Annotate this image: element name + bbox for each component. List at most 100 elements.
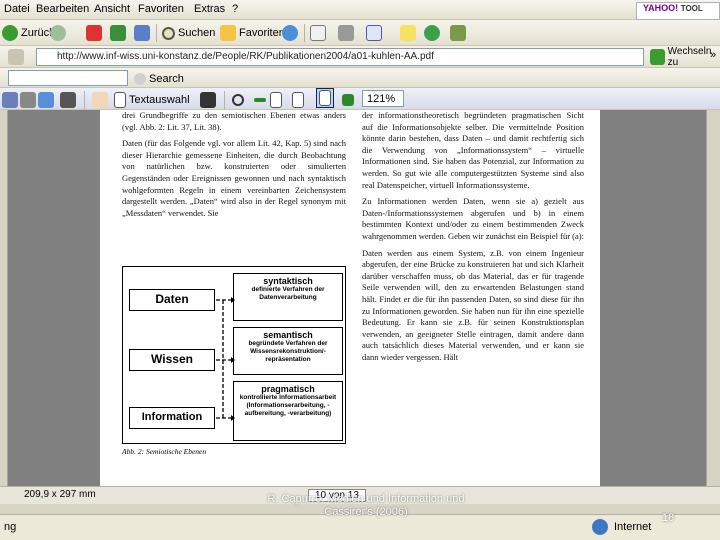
stop-icon xyxy=(86,25,102,41)
vertical-scrollbar[interactable] xyxy=(706,110,720,486)
zoom-icon xyxy=(232,94,244,106)
go-arrow-icon xyxy=(650,49,665,65)
search-button[interactable]: Suchen xyxy=(162,23,215,43)
snapshot-button[interactable] xyxy=(200,90,216,110)
arrowhead xyxy=(231,357,235,363)
slide-footer-line1: R. Capurro: Medien und Information und xyxy=(267,493,465,505)
status-text: ng xyxy=(4,521,17,533)
slide-footer: R. Capurro: Medien und Information und C… xyxy=(256,493,476,519)
search-pdf-button[interactable] xyxy=(60,90,76,110)
back-arrow-icon xyxy=(2,25,18,41)
zoom-in-button[interactable] xyxy=(342,90,354,110)
stop-button[interactable] xyxy=(86,23,102,43)
email-pdf-button[interactable] xyxy=(38,90,54,110)
menu-favorites[interactable]: Favoriten xyxy=(138,3,184,15)
printer-icon xyxy=(338,25,354,41)
page-icon xyxy=(292,92,304,108)
paragraph: Zu Informationen werden Daten, wenn sie … xyxy=(362,196,584,241)
paragraph: drei Grundbegriffe zu den semiotischen E… xyxy=(122,110,346,132)
text-select-button[interactable]: Textauswahl xyxy=(114,90,190,110)
camera-icon xyxy=(200,92,216,108)
navigation-panel[interactable] xyxy=(0,110,8,486)
star-icon xyxy=(220,25,236,41)
menu-view[interactable]: Ansicht xyxy=(94,3,130,15)
slide-footer-line2: Cassirer's (2006) xyxy=(324,506,408,518)
messenger-icon xyxy=(424,25,440,41)
print-button[interactable] xyxy=(338,23,354,43)
forward-arrow-icon xyxy=(50,25,66,41)
toolbar-separator xyxy=(224,91,225,109)
back-button[interactable]: Zurück xyxy=(2,23,55,43)
browser-toolbar: Zurück Suchen Favoriten xyxy=(0,20,720,46)
globe-icon xyxy=(592,519,608,535)
page-icon xyxy=(270,92,282,108)
address-input[interactable]: http://www.inf-wiss.uni-konstanz.de/Peop… xyxy=(36,48,644,66)
arrowhead xyxy=(231,297,235,303)
word-icon xyxy=(366,25,382,41)
email-icon xyxy=(38,92,54,108)
zoom-field[interactable]: 121% xyxy=(362,90,404,107)
yahoo-logo: YAHOO! xyxy=(643,3,679,13)
search-toolbar: Search xyxy=(0,68,720,88)
semiotic-levels-diagram: Daten Wissen Information syntaktisch def… xyxy=(122,266,346,444)
favorites-label: Favoriten xyxy=(239,27,285,39)
menu-tools[interactable]: Extras xyxy=(194,3,225,15)
actual-size-button[interactable] xyxy=(270,90,282,110)
left-column: drei Grundbegriffe zu den semiotischen E… xyxy=(122,110,346,224)
text-cursor-icon xyxy=(114,92,126,108)
messenger-button[interactable] xyxy=(424,23,440,43)
menu-edit[interactable]: Bearbeiten xyxy=(36,3,89,15)
slide-number: 18 xyxy=(662,512,675,524)
diagram-connectors xyxy=(216,297,235,421)
binoculars-icon xyxy=(60,92,76,108)
toolbar-search-button[interactable]: Search xyxy=(134,69,184,89)
favorites-button[interactable]: Favoriten xyxy=(220,23,285,43)
pdf-page: drei Grundbegriffe zu den semiotischen E… xyxy=(100,110,600,486)
toolbar-separator xyxy=(84,91,85,109)
paragraph: Daten (für das Folgende vgl. vor allem L… xyxy=(122,138,346,218)
history-button[interactable] xyxy=(282,23,298,43)
paragraph: Daten werden aus einem System, z.B. von … xyxy=(362,247,584,362)
hand-icon xyxy=(92,92,108,108)
hand-tool-button[interactable] xyxy=(92,90,108,110)
menu-bar: Datei Bearbeiten Ansicht Favoriten Extra… xyxy=(0,0,720,20)
home-icon xyxy=(134,25,150,41)
text-select-label: Textauswahl xyxy=(129,94,190,106)
research-button[interactable] xyxy=(450,23,466,43)
toolbar-search-input[interactable] xyxy=(8,70,128,86)
zoom-out-button[interactable] xyxy=(254,90,266,110)
edit-button[interactable] xyxy=(366,23,382,43)
page-icon xyxy=(319,90,331,106)
right-column: der informationstheoretisch begründeten … xyxy=(362,110,584,368)
address-label-icon xyxy=(8,49,24,65)
zoom-value: 121% xyxy=(367,92,396,105)
fit-page-button[interactable] xyxy=(292,90,304,110)
toolbar-separator xyxy=(156,24,157,42)
paragraph: der informationstheoretisch begründeten … xyxy=(362,110,584,190)
home-button[interactable] xyxy=(134,23,150,43)
fit-width-button[interactable] xyxy=(316,88,334,108)
research-icon xyxy=(450,25,466,41)
save-pdf-button[interactable] xyxy=(2,90,18,110)
menu-help[interactable]: ? xyxy=(232,3,238,15)
arrowhead xyxy=(231,415,235,421)
pdf-viewport[interactable]: drei Grundbegriffe zu den semiotischen E… xyxy=(0,110,720,486)
plus-icon xyxy=(342,94,354,106)
menu-file[interactable]: Datei xyxy=(4,3,30,15)
refresh-button[interactable] xyxy=(110,23,126,43)
links-chevron[interactable]: » xyxy=(710,49,716,61)
search-label: Suchen xyxy=(178,27,216,39)
refresh-icon xyxy=(110,25,126,41)
pdf-toolbar: Textauswahl 121% xyxy=(0,88,720,110)
forward-button[interactable] xyxy=(50,23,66,43)
security-zone: Internet xyxy=(614,521,652,533)
save-icon xyxy=(2,92,18,108)
history-icon xyxy=(282,25,298,41)
print-pdf-button[interactable] xyxy=(20,90,36,110)
yahoo-tool-label: TOOL xyxy=(680,4,703,13)
mail-button[interactable] xyxy=(310,23,326,43)
figure-caption: Abb. 2: Semiotische Ebenen xyxy=(122,447,207,456)
zoom-tool-button[interactable] xyxy=(232,90,244,110)
yahoo-toolbar[interactable]: YAHOO! TOOL xyxy=(636,2,720,20)
notes-button[interactable] xyxy=(400,23,416,43)
